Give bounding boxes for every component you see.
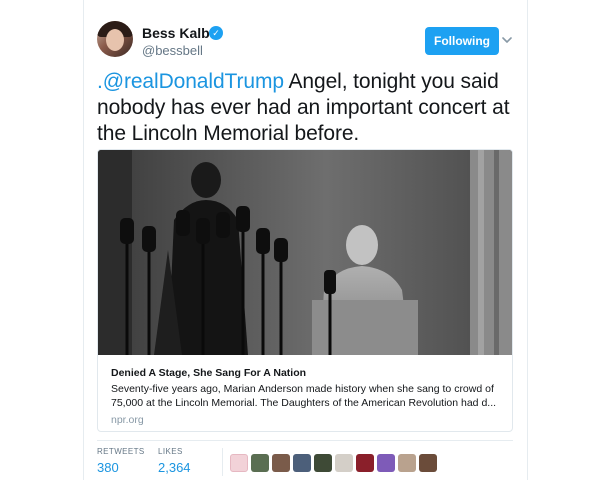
chevron-down-icon[interactable]	[500, 33, 514, 47]
avatar[interactable]	[97, 21, 133, 57]
retweets-count: 380	[97, 460, 119, 475]
retweets-label: RETWEETS	[97, 447, 145, 456]
liker-avatar[interactable]	[251, 454, 269, 472]
card-description: Seventy-five years ago, Marian Anderson …	[111, 383, 497, 409]
card-domain: npr.org	[111, 414, 144, 426]
likes-count: 2,364	[158, 460, 191, 475]
user-handle[interactable]: @bessbell	[142, 43, 203, 58]
link-card[interactable]: Denied A Stage, She Sang For A Nation Se…	[97, 149, 513, 432]
card-image	[98, 150, 512, 355]
liker-avatar[interactable]	[398, 454, 416, 472]
card-title: Denied A Stage, She Sang For A Nation	[111, 367, 307, 379]
divider	[97, 440, 513, 441]
mention-link[interactable]: .@realDonaldTrump	[97, 70, 284, 93]
liker-avatar[interactable]	[377, 454, 395, 472]
likes-label: LIKES	[158, 447, 183, 456]
liker-avatar[interactable]	[356, 454, 374, 472]
tweet-text: .@realDonaldTrump Angel, tonight you sai…	[97, 69, 517, 147]
liker-avatar[interactable]	[314, 454, 332, 472]
liker-avatar[interactable]	[293, 454, 311, 472]
verified-badge-icon: ✓	[209, 26, 223, 40]
following-button[interactable]: Following	[425, 27, 499, 55]
liker-avatar[interactable]	[272, 454, 290, 472]
liker-avatar[interactable]	[230, 454, 248, 472]
stats-separator	[222, 448, 223, 476]
liker-avatar[interactable]	[419, 454, 437, 472]
liker-avatar[interactable]	[335, 454, 353, 472]
user-name[interactable]: Bess Kalb	[142, 25, 210, 41]
retweets-stat[interactable]: RETWEETS 380	[97, 447, 145, 475]
likes-stat[interactable]: LIKES 2,364	[158, 447, 191, 475]
